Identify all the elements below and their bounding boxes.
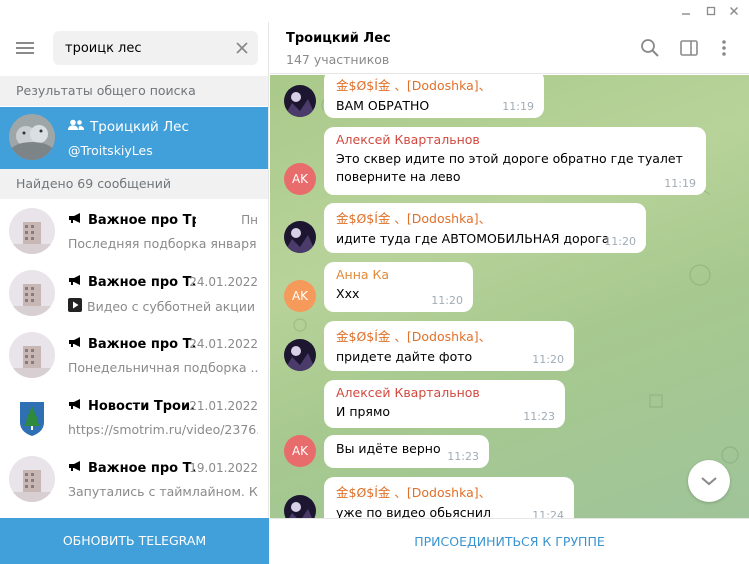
- message-bubble[interactable]: 金$Ø$Í金 、[Dodoshka]、 придете дайте фото 1…: [324, 321, 574, 371]
- scroll-down-button[interactable]: [688, 460, 730, 502]
- avatar[interactable]: AK: [284, 280, 316, 312]
- message-bubble[interactable]: Анна Ка Xxx 11:20: [324, 262, 473, 312]
- video-icon: [68, 298, 82, 315]
- avatar: [9, 270, 55, 316]
- chat-item-date: Пн: [241, 213, 258, 227]
- minimize-icon[interactable]: [674, 0, 698, 22]
- megaphone-icon: [68, 336, 82, 352]
- message-time: 11:20: [532, 353, 564, 366]
- message-author: 金$Ø$Í金 、[Dodoshka]、: [336, 211, 492, 226]
- avatar[interactable]: AK: [284, 163, 316, 195]
- message-author: 金$Ø$Í金 、[Dodoshka]、: [336, 78, 492, 93]
- chat-item-title: Важное про Т...: [68, 460, 196, 476]
- message-bubble[interactable]: Алексей Квартальнов Это сквер идите по э…: [324, 127, 706, 195]
- chat-item-date: 19.01.2022: [189, 461, 258, 475]
- message-bubble[interactable]: Алексей Квартальнов И прямо 11:23: [324, 380, 565, 428]
- message-text: уже по видео обьяснил: [336, 505, 491, 518]
- chat-header[interactable]: Троицкий Лес 147 участников: [270, 22, 749, 74]
- search-input[interactable]: [65, 31, 230, 65]
- chat-item[interactable]: Важное про Т... 24.01.2022 Понедельнична…: [0, 324, 268, 386]
- avatar[interactable]: [284, 339, 316, 371]
- global-search-result[interactable]: Троицкий Лес @TroitskiyLes: [0, 107, 268, 169]
- avatar[interactable]: [284, 85, 316, 117]
- message-bubble[interactable]: 金$Ø$Í金 、[Dodoshka]、 ВАМ ОБРАТНО 11:19: [324, 75, 544, 118]
- chat-item-date: 21.01.2022: [189, 399, 258, 413]
- message-time: 11:19: [664, 177, 696, 190]
- chat-member-count: 147 участников: [286, 52, 390, 67]
- message-time: 11:23: [447, 450, 479, 463]
- chat-title: Троицкий Лес: [286, 31, 391, 46]
- clear-icon[interactable]: [235, 41, 249, 55]
- chat-item-preview: Запутались с таймлайном. К...: [68, 484, 258, 499]
- message-text: поверните на лево: [336, 169, 461, 184]
- maximize-icon[interactable]: [699, 0, 723, 22]
- avatar: [9, 208, 55, 254]
- message-text: идите туда где АВТОМОБИЛЬНАЯ дорога: [336, 231, 610, 246]
- chat-item-title: Новости Трои...: [68, 398, 196, 414]
- chat-item-preview: Понедельничная подборка ...: [68, 360, 258, 375]
- message-bubble[interactable]: 金$Ø$Í金 、[Dodoshka]、 уже по видео обьясни…: [324, 477, 574, 518]
- message-author: Анна Ка: [336, 267, 390, 282]
- close-icon[interactable]: [722, 0, 746, 22]
- message-list[interactable]: 金$Ø$Í金 、[Dodoshka]、 ВАМ ОБРАТНО 11:19 AK…: [270, 75, 749, 518]
- section-header-global: Результаты общего поиска: [0, 76, 268, 106]
- message-bubble[interactable]: 金$Ø$Í金 、[Dodoshka]、 идите туда где АВТОМ…: [324, 203, 646, 253]
- chat-item[interactable]: Важное про Т... 19.01.2022 Запутались с …: [0, 448, 268, 510]
- message-author: 金$Ø$Í金 、[Dodoshka]、: [336, 485, 492, 500]
- message-author: 金$Ø$Í金 、[Dodoshka]、: [336, 329, 492, 344]
- chat-item-title: Важное про Троицк: [68, 212, 196, 228]
- update-telegram-button[interactable]: ОБНОВИТЬ TELEGRAM: [0, 518, 269, 564]
- megaphone-icon: [68, 460, 82, 476]
- avatar: [9, 114, 55, 160]
- message-text: придете дайте фото: [336, 349, 473, 364]
- chat-item-preview: Видео с субботней акции ...: [68, 298, 258, 315]
- avatar: [9, 394, 55, 440]
- chat-item[interactable]: Новости Трои... 21.01.2022 https://smotr…: [0, 386, 268, 448]
- chevron-down-icon: [701, 477, 717, 486]
- chat-item-title: Важное про Т...: [68, 274, 196, 290]
- message-time: 11:23: [523, 410, 555, 423]
- message-time: 11:20: [431, 294, 463, 307]
- window-titlebar: [0, 0, 749, 22]
- group-icon: [68, 119, 84, 135]
- chat-item-date: 24.01.2022: [189, 337, 258, 351]
- chat-item-title: Важное про Т...: [68, 336, 196, 352]
- search-bar: [0, 22, 269, 76]
- megaphone-icon: [68, 398, 82, 414]
- search-icon[interactable]: [640, 38, 660, 58]
- message-author: Алексей Квартальнов: [336, 385, 480, 400]
- sidebar-toggle-icon[interactable]: [679, 38, 699, 58]
- chat-item[interactable]: Важное про Т... 24.01.2022 Видео с суббо…: [0, 262, 268, 324]
- message-time: 11:19: [502, 100, 534, 113]
- message-author: Алексей Квартальнов: [336, 132, 480, 147]
- avatar: [9, 456, 55, 502]
- chat-item[interactable]: Важное про Троицк Пн Последняя подборка …: [0, 200, 268, 262]
- message-time: 11:24: [532, 509, 564, 518]
- left-panel: Результаты общего поиска Троицкий Лес @T…: [0, 22, 269, 564]
- more-options-icon[interactable]: [714, 38, 734, 58]
- search-box: [53, 31, 258, 65]
- avatar[interactable]: AK: [284, 435, 316, 467]
- avatar[interactable]: [284, 221, 316, 253]
- chat-item-date: 24.01.2022: [189, 275, 258, 289]
- section-header-found: Найдено 69 сообщений: [0, 169, 268, 199]
- message-text: И прямо: [336, 404, 391, 419]
- avatar: [9, 332, 55, 378]
- global-result-name: Троицкий Лес: [68, 119, 189, 135]
- megaphone-icon: [68, 274, 82, 290]
- global-result-username: @TroitskiyLes: [68, 143, 153, 158]
- join-group-button[interactable]: ПРИСОЕДИНИТЬСЯ К ГРУППЕ: [270, 518, 749, 564]
- message-text: Это сквер идите по этой дороге обратно г…: [336, 151, 683, 166]
- chat-item-preview: https://smotrim.ru/video/2376...: [68, 422, 258, 437]
- message-bubble[interactable]: Вы идёте верно 11:23: [324, 435, 489, 468]
- megaphone-icon: [68, 212, 82, 228]
- menu-icon[interactable]: [14, 38, 36, 58]
- chat-panel: Троицкий Лес 147 участников 金$Ø$Í金 、[Dod…: [270, 22, 749, 564]
- message-time: 11:20: [604, 235, 636, 248]
- chat-item-preview: Последняя подборка января: [68, 236, 257, 251]
